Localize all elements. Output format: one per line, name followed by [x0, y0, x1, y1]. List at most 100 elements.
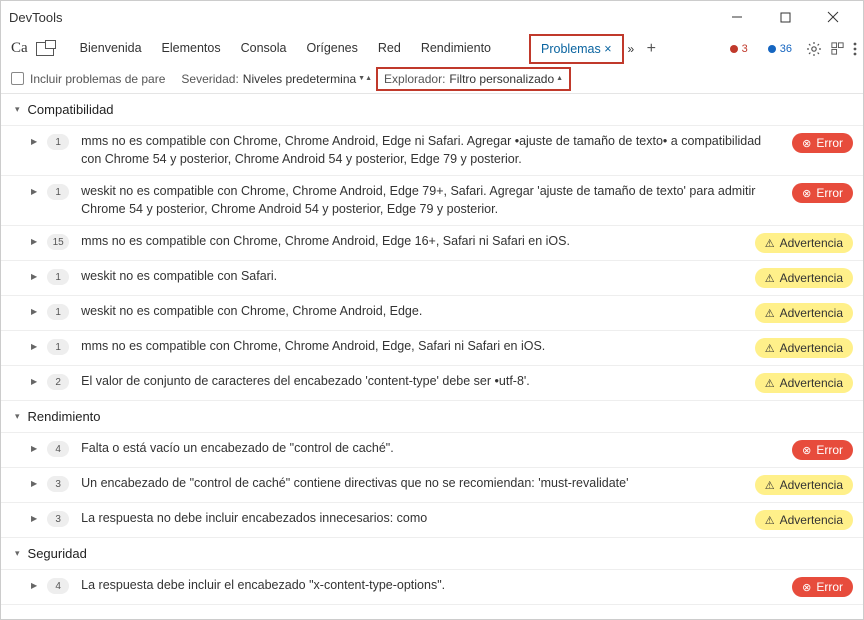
- inspect-toggle[interactable]: Ca: [7, 38, 32, 59]
- info-count: 36: [780, 43, 792, 55]
- chevron-right-icon[interactable]: ▶: [31, 237, 37, 246]
- include-third-party-checkbox[interactable]: Incluir problemas de pare: [11, 72, 165, 86]
- issue-text: weskit no es compatible con Chrome, Chro…: [81, 303, 755, 321]
- status-label: Advertencia: [780, 236, 843, 250]
- tab-elementos[interactable]: Elementos: [152, 33, 231, 63]
- issue-row[interactable]: ▶3La respuesta no debe incluir encabezad…: [1, 503, 863, 538]
- status-label: Advertencia: [780, 271, 843, 285]
- toolbar-right: 3 36: [724, 41, 857, 57]
- panel-tabs: Bienvenida Elementos ConsolaOrígenes Red Ren…: [70, 33, 501, 64]
- tab-rendimiento[interactable]: Rendimiento: [411, 33, 501, 63]
- count-badge: 1: [47, 339, 69, 355]
- section-header[interactable]: ▾Rendimiento: [1, 401, 863, 433]
- tab-label: Problemas ×: [541, 42, 612, 56]
- issue-text: Un encabezado de "control de caché" cont…: [81, 475, 755, 493]
- chevron-down-icon: ▾: [15, 104, 20, 115]
- error-icon: ⊗: [802, 187, 811, 200]
- issue-row[interactable]: ▶4La respuesta debe incluir el encabezad…: [1, 570, 863, 605]
- status-badge: ⚠Advertencia: [755, 303, 853, 323]
- tab-bienvenida[interactable]: Bienvenida: [70, 33, 152, 63]
- status-badge: ⊗ Error: [792, 577, 853, 597]
- issue-text: Falta o está vacío un encabezado de "con…: [81, 440, 792, 458]
- devtools-toolbar: Ca Bienvenida Elementos ConsolaOrígenes Red…: [1, 33, 863, 64]
- settings-gear-icon[interactable]: [806, 41, 822, 57]
- severity-label: Severidad:: [181, 72, 238, 86]
- chevron-right-icon[interactable]: ▶: [31, 307, 37, 316]
- info-dot-icon: [768, 45, 776, 53]
- status-label: Advertencia: [780, 341, 843, 355]
- issue-row[interactable]: ▶1weskit no es compatible con Chrome, Ch…: [1, 176, 863, 226]
- dropdown-caret-icon: ▲: [556, 75, 563, 82]
- chevron-right-icon[interactable]: ▶: [31, 514, 37, 523]
- maximize-button[interactable]: [763, 3, 807, 31]
- error-icon: ⊗: [802, 444, 811, 457]
- status-badge: ⊗Error: [792, 133, 853, 153]
- status-badge: ⚠ Advertencia: [755, 233, 853, 253]
- issue-row[interactable]: ▶4Falta o está vacío un encabezado de "c…: [1, 433, 863, 468]
- status-label: Error: [816, 580, 843, 594]
- more-tabs-chevron-icon[interactable]: »: [628, 42, 635, 56]
- status-badge: ⚠Advertencia: [755, 338, 853, 358]
- count-badge: 1: [47, 269, 69, 285]
- tab-label: Elementos: [162, 41, 221, 55]
- issue-row[interactable]: ▶3Un encabezado de "control de caché" co…: [1, 468, 863, 503]
- chevron-right-icon[interactable]: ▶: [31, 479, 37, 488]
- section-header[interactable]: ▾Seguridad: [1, 538, 863, 570]
- add-tab-button[interactable]: +: [640, 40, 662, 58]
- warning-icon: ⚠: [765, 272, 775, 285]
- tab-problemas[interactable]: Problemas ×: [529, 34, 624, 64]
- include-label: Incluir problemas de pare: [30, 72, 165, 86]
- checkbox-icon: [11, 72, 24, 85]
- error-dot-icon: [730, 45, 738, 53]
- issue-row[interactable]: ▶15mms no es compatible con Chrome, Chro…: [1, 226, 863, 261]
- issue-row[interactable]: ▶2El valor de conjunto de caracteres del…: [1, 366, 863, 401]
- warning-icon: ⚠: [765, 237, 775, 250]
- section-header[interactable]: ▾Compatibilidad: [1, 94, 863, 126]
- count-badge: 1: [47, 304, 69, 320]
- chevron-right-icon[interactable]: ▶: [31, 342, 37, 351]
- issue-text: mms no es compatible con Chrome, Chrome …: [81, 133, 792, 168]
- status-label: Advertencia: [780, 376, 843, 390]
- severity-value: Niveles predetermina: [243, 72, 356, 86]
- count-badge: 15: [47, 234, 69, 250]
- issue-text: weskit no es compatible con Safari.: [81, 268, 755, 286]
- status-label: Advertencia: [780, 513, 843, 527]
- issue-row[interactable]: ▶ 1 weskit no es compatible con Safari. ⚠ Ad…: [1, 261, 863, 296]
- device-toggle-icon[interactable]: [36, 42, 54, 56]
- status-label: Error: [816, 186, 843, 200]
- chevron-right-icon[interactable]: ▶: [31, 187, 37, 196]
- issue-text: El valor de conjunto de caracteres del e…: [81, 373, 755, 391]
- window-title: DevTools: [9, 10, 62, 25]
- chevron-right-icon[interactable]: ▶: [31, 377, 37, 386]
- error-icon: ⊗: [802, 137, 811, 150]
- chevron-right-icon[interactable]: ▶: [31, 272, 37, 281]
- close-button[interactable]: [811, 3, 855, 31]
- kebab-menu-icon[interactable]: [853, 42, 857, 56]
- error-icon: ⊗: [802, 581, 811, 594]
- warning-icon: ⚠: [765, 377, 775, 390]
- minimize-button[interactable]: [715, 3, 759, 31]
- severity-filter[interactable]: Severidad: Niveles predetermina ▼▲: [181, 72, 372, 86]
- window-titlebar: DevTools: [1, 1, 863, 33]
- issues-list[interactable]: ▾Compatibilidad▶1mms no es compatible co…: [1, 94, 863, 620]
- status-badge: ⊗Error: [792, 440, 853, 460]
- issue-row[interactable]: ▶1mms no es compatible con Chrome, Chrom…: [1, 331, 863, 366]
- warning-icon: ⚠: [765, 307, 775, 320]
- chevron-right-icon[interactable]: ▶: [31, 137, 37, 146]
- dropdown-caret-icon: ▼▲: [358, 75, 372, 82]
- issue-row[interactable]: ▶1mms no es compatible con Chrome, Chrom…: [1, 126, 863, 176]
- chevron-right-icon[interactable]: ▶: [31, 444, 37, 453]
- chevron-right-icon[interactable]: ▶: [31, 581, 37, 590]
- issue-row[interactable]: ▶ 1 weskit no es compatible con Chrome, Ch…: [1, 296, 863, 331]
- tab-consola[interactable]: Consola: [231, 33, 297, 63]
- tab-orígenes[interactable]: Orígenes: [296, 33, 367, 63]
- customize-layout-icon[interactable]: [830, 41, 845, 56]
- tab-label: Red: [378, 41, 401, 55]
- chevron-down-icon: ▾: [15, 411, 20, 422]
- browser-filter[interactable]: Explorador: Filtro personalizado ▲: [376, 67, 571, 91]
- tab-label: Bienvenida: [80, 41, 142, 55]
- info-count-chip[interactable]: 36: [762, 41, 798, 57]
- tab-red[interactable]: Red: [368, 33, 411, 63]
- error-count-chip[interactable]: 3: [724, 41, 754, 57]
- window-controls: [715, 3, 855, 31]
